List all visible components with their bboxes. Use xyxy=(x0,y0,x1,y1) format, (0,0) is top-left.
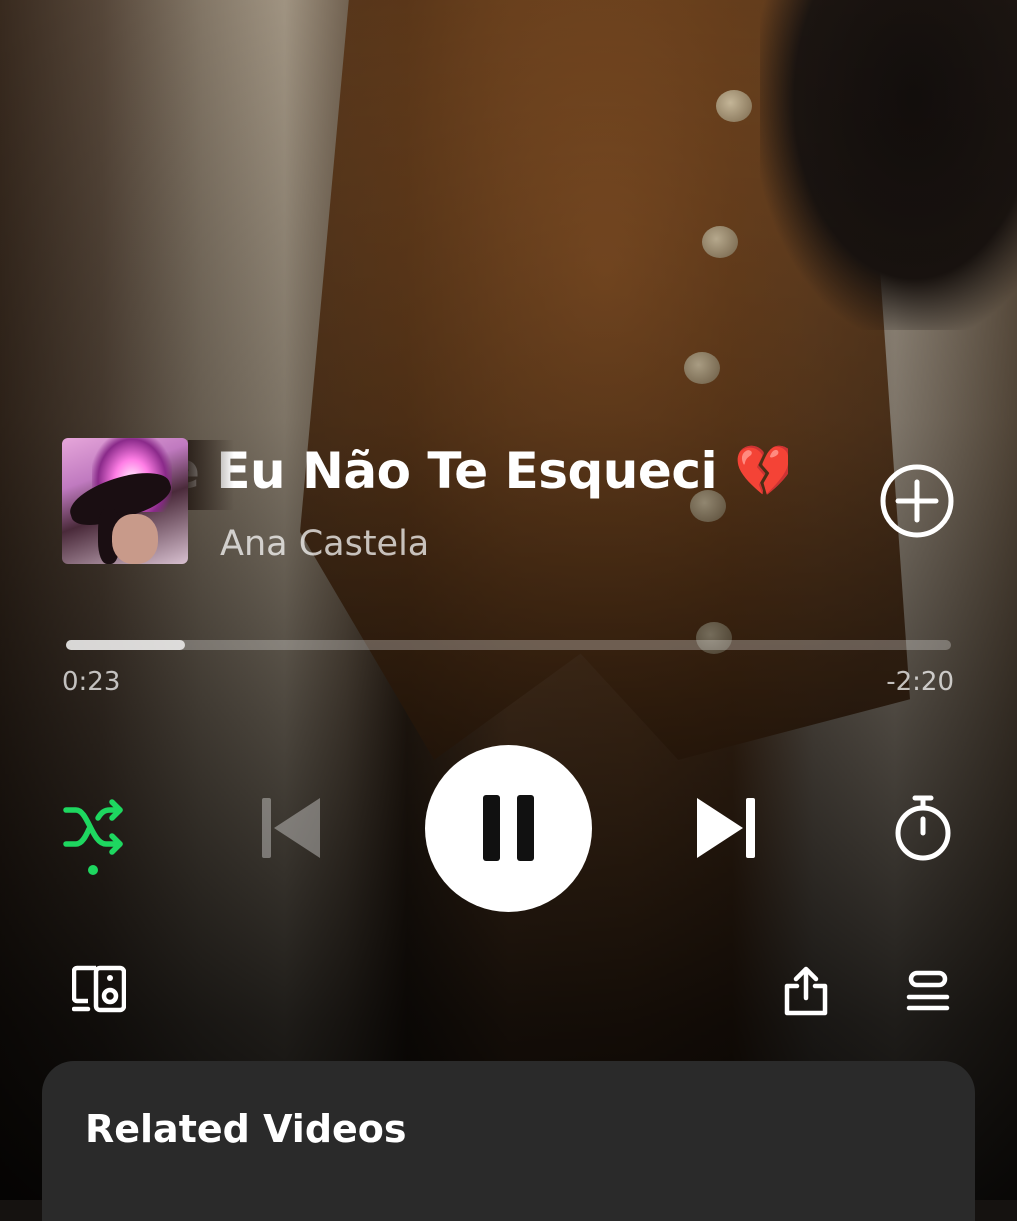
elapsed-time: 0:23 xyxy=(62,667,121,697)
pause-button[interactable] xyxy=(425,745,592,912)
track-title: e Eu Não Te Esqueci 💔 xyxy=(188,442,788,500)
connect-devices-button[interactable] xyxy=(71,965,127,1013)
sleep-timer-icon xyxy=(895,795,951,861)
connect-devices-icon xyxy=(71,965,127,1013)
add-to-library-button[interactable] xyxy=(879,463,955,539)
queue-icon xyxy=(906,970,950,1011)
related-videos-panel[interactable]: Related Videos xyxy=(42,1061,975,1221)
skip-next-icon xyxy=(697,798,755,858)
remaining-time: -2:20 xyxy=(886,667,954,697)
album-art[interactable] xyxy=(62,438,188,564)
queue-button[interactable] xyxy=(906,970,950,1012)
progress-bar[interactable] xyxy=(66,640,951,650)
plus-circle-icon xyxy=(880,464,954,538)
shuffle-icon xyxy=(63,799,123,875)
track-title-container[interactable]: e Eu Não Te Esqueci 💔 xyxy=(188,440,788,510)
pause-icon xyxy=(483,795,534,861)
shuffle-button[interactable] xyxy=(62,798,128,878)
progress-fill xyxy=(66,640,186,650)
skip-previous-icon xyxy=(262,798,320,858)
share-icon xyxy=(784,966,828,1016)
sleep-timer-button[interactable] xyxy=(893,794,953,862)
next-button[interactable] xyxy=(695,797,757,859)
artist-name[interactable]: Ana Castela xyxy=(220,524,429,564)
related-videos-title: Related Videos xyxy=(85,1107,407,1151)
previous-button[interactable] xyxy=(260,797,322,859)
video-background xyxy=(0,0,1017,1200)
share-button[interactable] xyxy=(783,966,829,1016)
